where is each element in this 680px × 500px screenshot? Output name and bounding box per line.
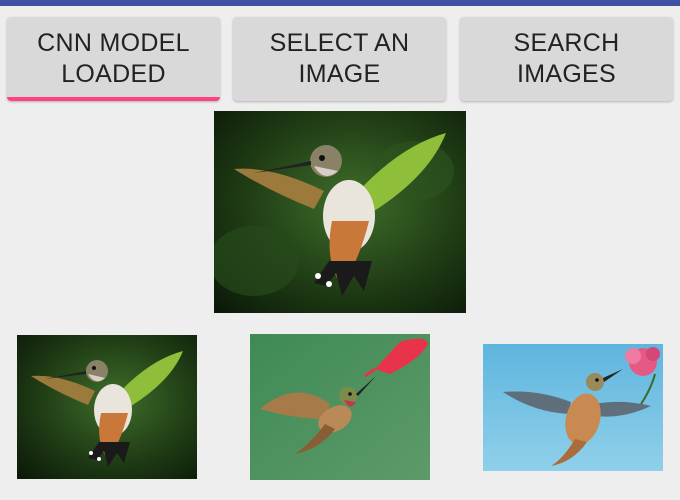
hummingbird-photo-icon — [17, 335, 197, 479]
button-label-line1: CNN MODEL — [37, 29, 190, 57]
result-image-2[interactable] — [250, 334, 430, 480]
status-bar — [0, 0, 680, 6]
cnn-model-loaded-button[interactable]: CNN MODEL LOADED — [7, 17, 220, 101]
hummingbird-photo-icon — [250, 334, 430, 480]
query-image[interactable] — [214, 111, 466, 313]
active-underline — [7, 97, 220, 101]
button-label-line2: IMAGES — [516, 60, 617, 88]
select-image-button[interactable]: SELECT AN IMAGE — [233, 17, 446, 101]
result-image-3[interactable] — [483, 344, 663, 471]
button-label-line1: SEARCH — [513, 29, 620, 57]
button-label-line2: IMAGE — [298, 60, 381, 88]
hummingbird-photo-icon — [214, 111, 466, 313]
hummingbird-photo-icon — [483, 344, 663, 471]
button-label-line1: SELECT AN — [269, 29, 410, 57]
search-images-button[interactable]: SEARCH IMAGES — [460, 17, 673, 101]
result-image-1[interactable] — [17, 335, 197, 479]
button-label-line2: LOADED — [61, 60, 166, 88]
